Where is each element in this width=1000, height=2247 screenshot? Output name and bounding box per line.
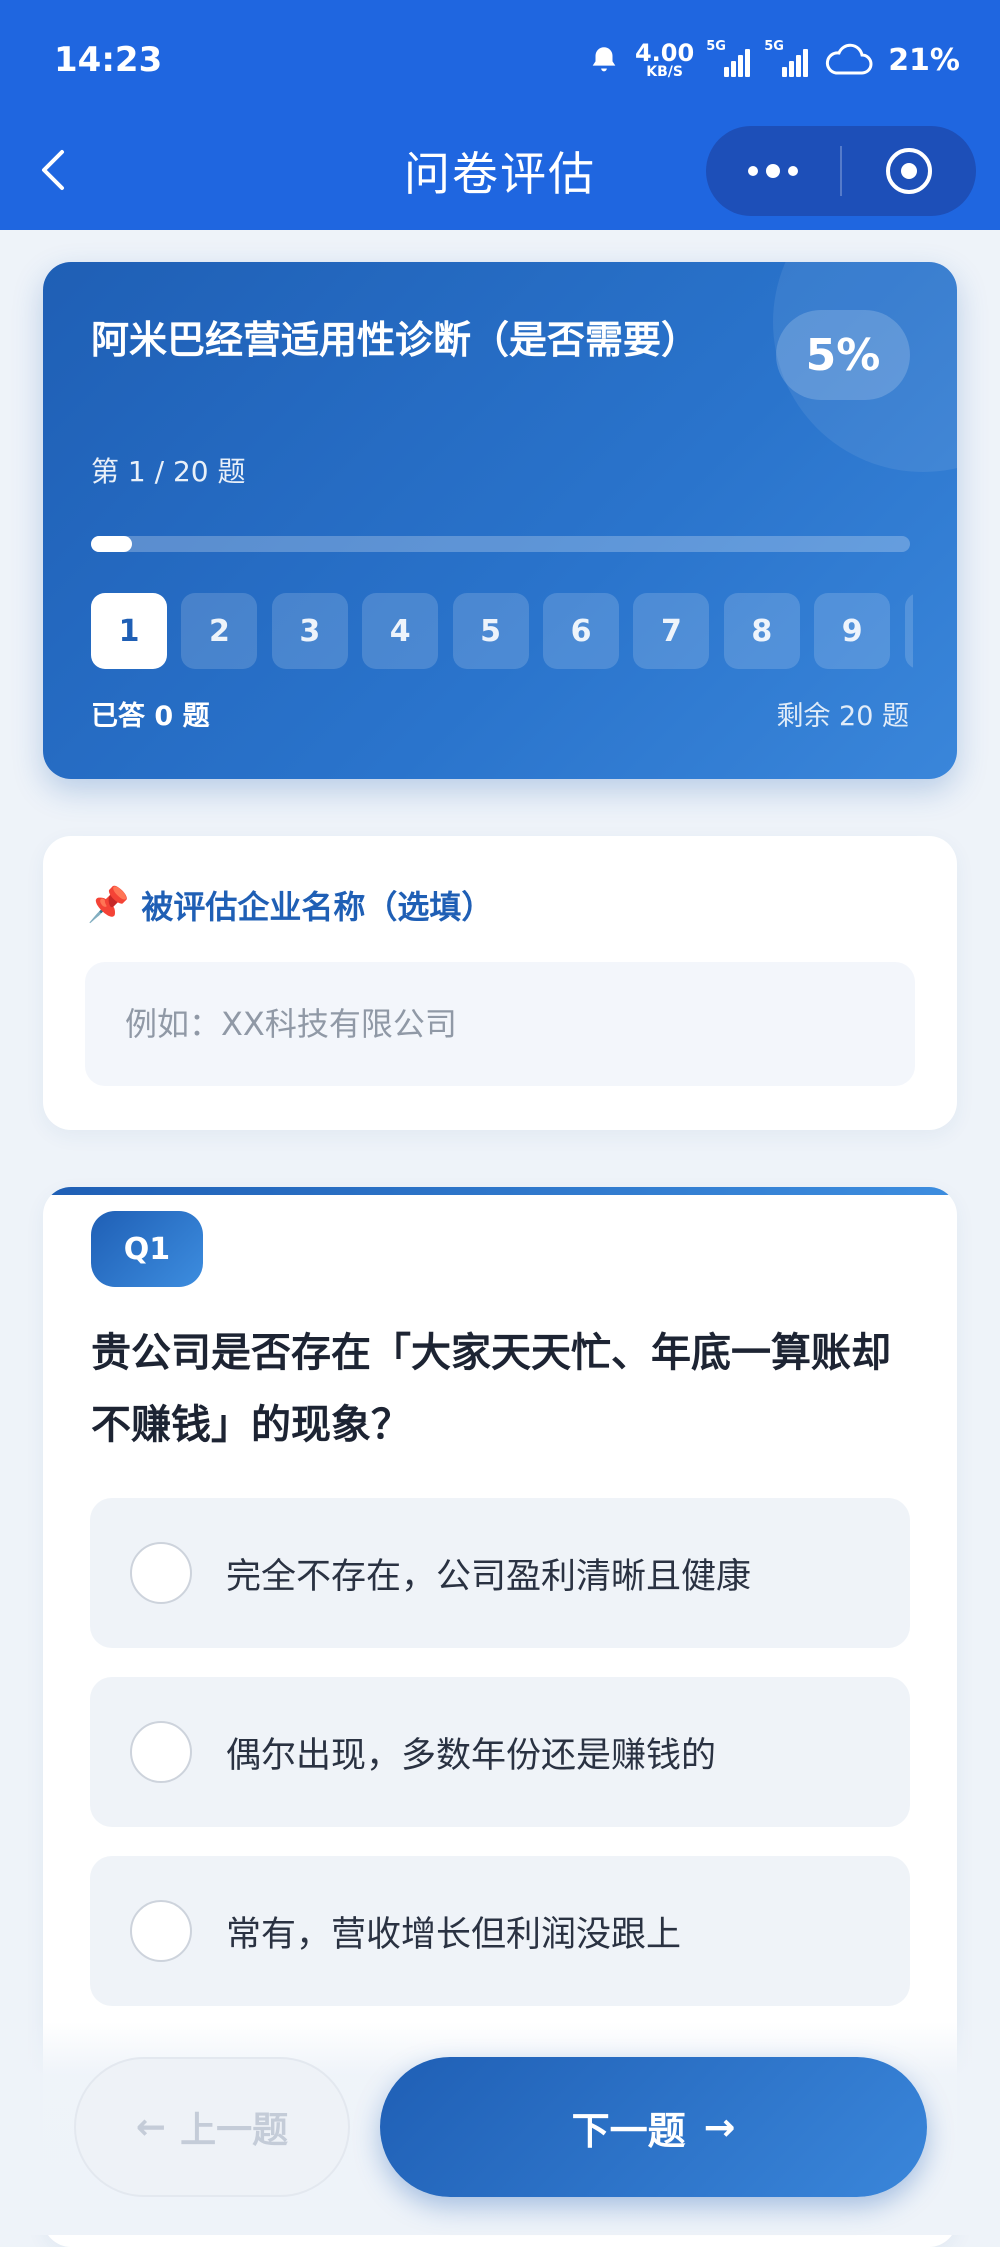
status-icons: 4.00 KB/S 5G 5G 21% (587, 38, 960, 82)
question-chip[interactable]: 1 (91, 593, 167, 669)
close-capsule-button[interactable] (842, 126, 976, 216)
pin-icon: 📌 (87, 885, 130, 925)
company-name-input[interactable] (85, 962, 915, 1086)
question-chip-overflow[interactable] (904, 593, 913, 669)
more-dots-icon (748, 166, 758, 176)
progress-bar (91, 536, 910, 552)
question-chip[interactable]: 5 (452, 593, 529, 669)
question-chip[interactable]: 6 (543, 593, 619, 669)
option-item[interactable]: 偶尔出现，多数年份还是赚钱的 (90, 1677, 910, 1827)
question-text: 贵公司是否存在「大家天天忙、年底一算账却不赚钱」的现象？ (91, 1330, 891, 1448)
question-chip[interactable]: 9 (814, 593, 891, 669)
question-number-badge: Q1 (91, 1211, 203, 1287)
option-item[interactable]: 完全不存在，公司盈利清晰且健康 (90, 1498, 910, 1648)
radio-button[interactable] (130, 1721, 192, 1783)
progress-fill (91, 536, 132, 552)
net-speed: 4.00 KB/S (634, 39, 695, 80)
page-indicator: 第 1 / 20 题 (91, 455, 246, 488)
option-label: 常有，营收增长但利润没跟上 (226, 1914, 682, 1955)
mini-program-capsule (706, 126, 976, 216)
progress-card: 阿米巴经营适用性诊断（是否需要） 5% 第 1 / 20 题 123456789… (43, 262, 957, 779)
question-chip[interactable]: 2 (181, 593, 258, 669)
next-question-button[interactable]: 下一题 → (380, 2057, 927, 2197)
arrow-left-icon: ← (135, 2106, 167, 2148)
previous-question-button[interactable]: ← 上一题 (74, 2057, 350, 2197)
battery-level: 21% (888, 42, 960, 78)
question-chip[interactable]: 7 (633, 593, 710, 669)
question-chip[interactable]: 8 (723, 593, 800, 669)
signal-icon: 5G (706, 39, 752, 77)
question-navigator: 123456789 (91, 593, 913, 669)
radio-button[interactable] (130, 1900, 192, 1962)
cloud-icon (826, 43, 873, 75)
answered-count: 已答 0 题 (91, 701, 210, 732)
option-item[interactable]: 常有，营收增长但利润没跟上 (90, 1856, 910, 2006)
more-button[interactable] (706, 126, 840, 216)
status-time: 14:23 (54, 40, 163, 80)
status-bar: 14:23 4.00 KB/S 5G 5G 21% (0, 0, 1000, 120)
target-icon (886, 148, 932, 194)
company-label: 📌 被评估企业名称（选填） (87, 885, 494, 926)
radio-button[interactable] (130, 1542, 192, 1604)
percent-badge: 5% (776, 310, 910, 400)
option-label: 完全不存在，公司盈利清晰且健康 (226, 1556, 752, 1597)
company-card: 📌 被评估企业名称（选填） (43, 836, 957, 1130)
alarm-icon (592, 47, 616, 72)
remaining-count: 剩余 20 题 (776, 701, 909, 732)
survey-title: 阿米巴经营适用性诊断（是否需要） (91, 318, 700, 362)
question-chip[interactable]: 3 (271, 593, 348, 669)
arrow-right-icon: → (703, 2105, 736, 2149)
option-label: 偶尔出现，多数年份还是赚钱的 (226, 1735, 717, 1776)
question-chip[interactable]: 4 (362, 593, 439, 669)
signal-icon: 5G (764, 39, 810, 77)
